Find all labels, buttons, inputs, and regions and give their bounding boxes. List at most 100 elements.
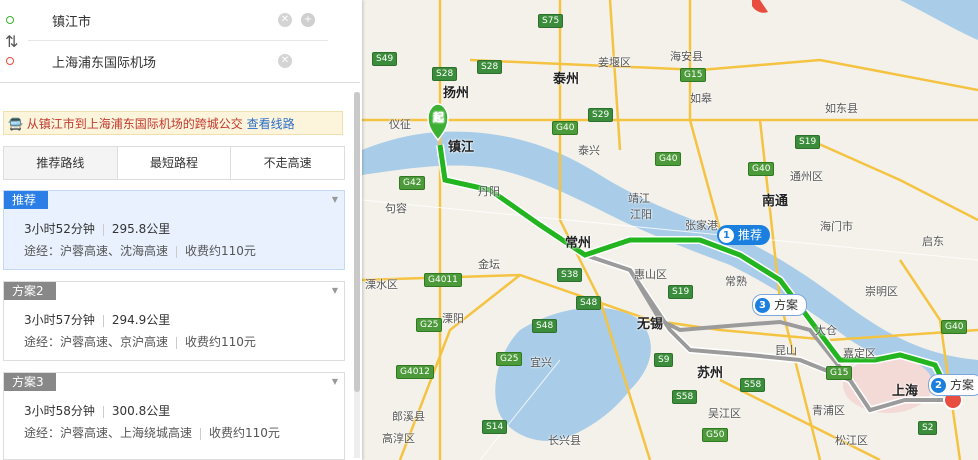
swap-icon[interactable]: ⇅ (5, 32, 18, 51)
route-tag-label: 方案 (950, 378, 975, 392)
plan-card-2[interactable]: 方案2 ▼ 3小时57分钟 294.9公里 途经：沪蓉高速、京沪高速 收费约110元 (3, 281, 345, 361)
highway-shield: S49 (372, 52, 398, 66)
highway-shield: G25 (416, 318, 443, 332)
city-label: 无锡 (637, 317, 664, 332)
highway-shield: S48 (532, 319, 558, 333)
destination-dot-icon (6, 57, 14, 65)
highway-shield: S38 (557, 268, 583, 282)
highway-shield: S14 (482, 420, 508, 434)
route-number-badge: 3 (755, 297, 770, 313)
place-label: 高淳区 (382, 432, 415, 445)
place-label: 海安县 (670, 50, 703, 63)
place-label: 嘉定区 (843, 347, 876, 360)
place-label: 启东 (922, 235, 944, 248)
banner-text: 从镇江市到上海浦东国际机场的跨城公交 (26, 117, 243, 131)
place-label: 昆山 (775, 344, 797, 357)
collapse-icon[interactable]: ▼ (332, 195, 338, 204)
clear-destination-icon[interactable]: ✕ (278, 54, 292, 68)
start-marker-label: 起 (433, 111, 444, 124)
route-search-box: ⇅ 镇江市 ✕ + 上海浦东国际机场 ✕ (0, 0, 360, 83)
plan-time: 3小时58分钟 (24, 404, 95, 418)
place-label: 如皋 (690, 92, 712, 105)
place-label: 海门市 (820, 220, 853, 233)
collapse-icon[interactable]: ▼ (332, 377, 338, 386)
plan-distance: 295.8公里 (111, 222, 171, 236)
panel-scrollbar[interactable] (354, 92, 360, 458)
route-tag-plan2[interactable]: 2 方案 (928, 374, 978, 396)
city-label: 南通 (762, 194, 789, 209)
place-label: 江阳 (630, 208, 652, 221)
highway-shield: S75 (538, 14, 564, 28)
place-label: 通州区 (790, 170, 823, 183)
place-label: 金坛 (478, 258, 500, 271)
place-label: 溧水区 (365, 278, 398, 291)
bus-icon: 🚍 (8, 117, 23, 131)
highway-shield: G4011 (424, 273, 462, 287)
city-label: 泰州 (553, 72, 580, 87)
highway-shield: S28 (432, 67, 458, 81)
highway-shield: S48 (576, 296, 602, 310)
place-label: 泰兴 (578, 144, 600, 157)
route-tag-label: 方案 (774, 298, 799, 312)
clear-origin-icon[interactable]: ✕ (278, 13, 292, 27)
place-label: 太仓 (815, 324, 837, 337)
highway-shield: G40 (748, 162, 775, 176)
city-label: 苏州 (697, 366, 724, 381)
plan-toll: 收费约110元 (209, 426, 280, 440)
place-label: 崇明区 (865, 285, 898, 298)
plan-toll: 收费约110元 (185, 244, 256, 258)
plan-time: 3小时52分钟 (24, 222, 95, 236)
place-label: 姜堰区 (598, 56, 631, 69)
highway-shield: G40 (552, 121, 579, 135)
place-label: 惠山区 (634, 268, 667, 281)
destination-field[interactable]: 上海浦东国际机场 ✕ (6, 41, 328, 81)
highway-shield: G40 (941, 320, 968, 334)
highway-shield: S9 (654, 353, 674, 367)
highway-shield: S58 (672, 390, 698, 404)
origin-field[interactable]: 镇江市 ✕ + (6, 0, 328, 41)
place-label: 青浦区 (812, 404, 845, 417)
place-label: 丹阳 (478, 185, 500, 198)
place-label: 郎溪县 (392, 410, 425, 423)
origin-input[interactable]: 镇江市 (52, 11, 91, 30)
tab-no-highway[interactable]: 不走高速 (231, 147, 345, 179)
plan-label: 方案3 (4, 373, 56, 391)
tab-shortest[interactable]: 最短路程 (117, 147, 232, 179)
highway-shield: S28 (477, 60, 503, 74)
city-label: 镇江 (448, 140, 475, 155)
view-lines-link[interactable]: 查看线路 (247, 117, 295, 131)
plan-time: 3小时57分钟 (24, 313, 95, 327)
plan-label: 方案2 (4, 282, 56, 300)
plan-via: 途经：沪蓉高速、上海绕城高速 (24, 426, 193, 440)
city-label: 常州 (565, 236, 592, 251)
plan-toll: 收费约110元 (185, 335, 256, 349)
add-waypoint-icon[interactable]: + (301, 13, 315, 27)
place-label: 宜兴 (530, 356, 552, 369)
route-tabs: 推荐路线 最短路程 不走高速 (3, 146, 345, 180)
place-label: 吴江区 (708, 407, 741, 420)
place-label: 常熟 (725, 275, 747, 288)
place-label: 张家港 (685, 219, 718, 232)
city-label: 扬州 (443, 86, 470, 101)
destination-input[interactable]: 上海浦东国际机场 (52, 52, 156, 71)
highway-shield: S29 (588, 108, 614, 122)
route-panel: ⇅ 镇江市 ✕ + 上海浦东国际机场 ✕ 🚍 从镇江市到上海浦东国际机场的跨城公… (0, 0, 362, 460)
route-number-badge: 2 (931, 377, 946, 393)
plan-card-3[interactable]: 方案3 ▼ 3小时58分钟 300.8公里 途经：沪蓉高速、上海绕城高速 收费约11… (3, 372, 345, 460)
tab-recommended[interactable]: 推荐路线 (4, 147, 118, 179)
origin-dot-icon (6, 16, 14, 24)
plan-label: 推荐 (4, 191, 49, 209)
plan-card-1[interactable]: 推荐 ▼ 3小时52分钟 295.8公里 途经：沪蓉高速、沈海高速 收费约110元 (3, 190, 345, 270)
collapse-icon[interactable]: ▼ (332, 286, 338, 295)
route-tag-recommended[interactable]: 1 推荐 (717, 225, 771, 245)
route-tag-plan3[interactable]: 3 方案 (752, 294, 808, 316)
place-label: 溧阳 (442, 312, 464, 325)
place-label: 靖江 (628, 192, 650, 205)
highway-shield: G40 (655, 152, 682, 166)
highway-shield: G4012 (396, 365, 434, 379)
scrollbar-thumb[interactable] (354, 92, 360, 392)
highway-shield: S19 (795, 135, 821, 149)
place-label: 松江区 (835, 434, 868, 447)
highway-shield: S2 (918, 421, 938, 435)
place-label: 仪征 (389, 118, 411, 131)
